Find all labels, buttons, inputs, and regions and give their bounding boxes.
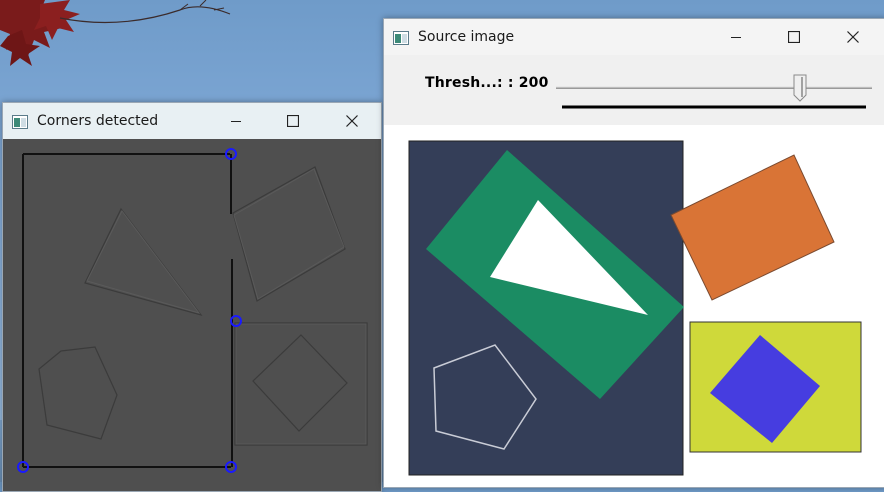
corners-image-canvas bbox=[3, 139, 381, 491]
source-image-canvas bbox=[384, 125, 884, 487]
threshold-slider[interactable] bbox=[554, 63, 874, 117]
threshold-trackbar-row: Thresh...: : 200 bbox=[384, 55, 884, 125]
close-icon bbox=[847, 31, 859, 43]
source-window-title: Source image bbox=[418, 29, 515, 45]
slider-thumb[interactable] bbox=[793, 74, 807, 102]
maple-leaves-wallpaper bbox=[0, 0, 231, 66]
minimize-button[interactable] bbox=[207, 103, 265, 139]
maximize-icon bbox=[788, 31, 800, 43]
close-button[interactable] bbox=[323, 103, 381, 139]
corners-titlebar[interactable]: Corners detected bbox=[3, 103, 381, 139]
opencv-window-icon bbox=[12, 114, 28, 129]
threshold-label: Thresh...: : 200 bbox=[425, 75, 549, 91]
maximize-button[interactable] bbox=[264, 103, 322, 139]
minimize-icon bbox=[231, 121, 241, 122]
minimize-button[interactable] bbox=[707, 19, 765, 55]
opencv-window-icon bbox=[393, 30, 409, 45]
close-button[interactable] bbox=[824, 19, 882, 55]
maximize-icon bbox=[287, 115, 299, 127]
source-titlebar[interactable]: Source image bbox=[384, 19, 884, 55]
close-icon bbox=[346, 115, 358, 127]
corners-window-title: Corners detected bbox=[37, 113, 159, 129]
maximize-button[interactable] bbox=[765, 19, 823, 55]
source-image-window[interactable]: Source image Thresh...: : 200 bbox=[383, 18, 884, 488]
minimize-icon bbox=[731, 37, 741, 38]
corners-detected-window[interactable]: Corners detected bbox=[2, 102, 382, 492]
